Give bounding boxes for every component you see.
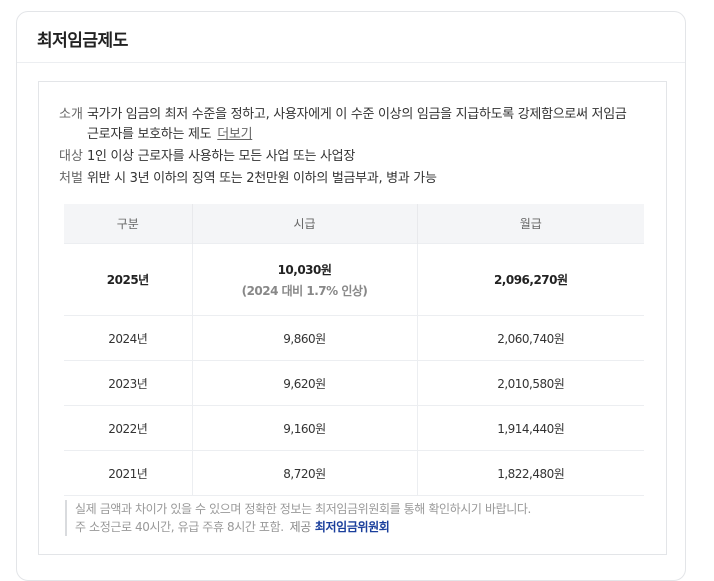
disclaimer-note: 실제 금액과 차이가 있을 수 있으며 정확한 정보는 최저임금위원회를 통해 … xyxy=(65,500,655,536)
table-row: 2024년 9,860원 2,060,740원 xyxy=(64,315,644,361)
year-cell: 2021년 xyxy=(64,450,193,496)
year-cell: 2023년 xyxy=(64,360,193,406)
hourly-cell: 10,030원 (2024 대비 1.7% 인상) xyxy=(192,243,418,316)
year-cell: 2022년 xyxy=(64,405,193,451)
info-text: 위반 시 3년 이하의 징역 또는 2천만원 이하의 벌금부과, 병과 가능 xyxy=(87,171,437,186)
wage-table: 구분 시급 월급 2025년 10,030원 (2024 대비 1.7% 인상)… xyxy=(64,204,644,496)
header-category: 구분 xyxy=(64,204,193,244)
info-label: 대상 xyxy=(59,149,83,164)
header-monthly: 월급 xyxy=(417,204,644,244)
monthly-cell: 1,822,480원 xyxy=(417,450,644,496)
provider-link[interactable]: 최저임금위원회 xyxy=(315,520,390,534)
header-hourly: 시급 xyxy=(192,204,418,244)
info-row-target: 대상 1인 이상 근로자를 사용하는 모든 사업 또는 사업장 xyxy=(59,147,639,167)
info-text: 1인 이상 근로자를 사용하는 모든 사업 또는 사업장 xyxy=(87,149,355,164)
info-row-intro: 소개 국가가 임금의 최저 수준을 정하고, 사용자에게 이 수준 이상의 임금… xyxy=(59,105,639,145)
table-row: 2022년 9,160원 1,914,440원 xyxy=(64,405,644,451)
year-cell: 2025년 xyxy=(64,243,193,316)
hourly-value: 10,030원 xyxy=(277,262,332,277)
note-line-1: 실제 금액과 차이가 있을 수 있으며 정확한 정보는 최저임금위원회를 통해 … xyxy=(75,502,531,516)
minimum-wage-card: 최저임금제도 소개 국가가 임금의 최저 수준을 정하고, 사용자에게 이 수준… xyxy=(16,11,686,581)
monthly-cell: 2,060,740원 xyxy=(417,315,644,361)
card-title: 최저임금제도 xyxy=(37,31,128,51)
table-row-current: 2025년 10,030원 (2024 대비 1.7% 인상) 2,096,27… xyxy=(64,243,644,316)
hourly-cell: 9,160원 xyxy=(192,405,418,451)
hourly-cell: 8,720원 xyxy=(192,450,418,496)
monthly-cell: 1,914,440원 xyxy=(417,405,644,451)
monthly-cell: 2,096,270원 xyxy=(417,243,644,316)
hourly-cell: 9,620원 xyxy=(192,360,418,406)
info-text: 국가가 임금의 최저 수준을 정하고, 사용자에게 이 수준 이상의 임금을 지… xyxy=(87,107,627,142)
hourly-cell: 9,860원 xyxy=(192,315,418,361)
info-label: 소개 xyxy=(59,107,83,122)
title-divider xyxy=(17,62,685,63)
info-section: 소개 국가가 임금의 최저 수준을 정하고, 사용자에게 이 수준 이상의 임금… xyxy=(59,105,639,191)
table-row: 2021년 8,720원 1,822,480원 xyxy=(64,450,644,496)
provider-label: 제공 xyxy=(289,520,312,534)
info-label: 처벌 xyxy=(59,171,83,186)
content-box: 소개 국가가 임금의 최저 수준을 정하고, 사용자에게 이 수준 이상의 임금… xyxy=(38,81,667,555)
monthly-cell: 2,010,580원 xyxy=(417,360,644,406)
more-link[interactable]: 더보기 xyxy=(217,127,252,142)
table-row: 2023년 9,620원 2,010,580원 xyxy=(64,360,644,406)
table-header-row: 구분 시급 월급 xyxy=(64,204,644,244)
hourly-increase-note: (2024 대비 1.7% 인상) xyxy=(241,283,368,298)
info-row-penalty: 처벌 위반 시 3년 이하의 징역 또는 2천만원 이하의 벌금부과, 병과 가… xyxy=(59,169,639,189)
year-cell: 2024년 xyxy=(64,315,193,361)
note-line-2: 주 소정근로 40시간, 유급 주휴 8시간 포함. 제공 최저임금위원회 xyxy=(75,520,390,534)
